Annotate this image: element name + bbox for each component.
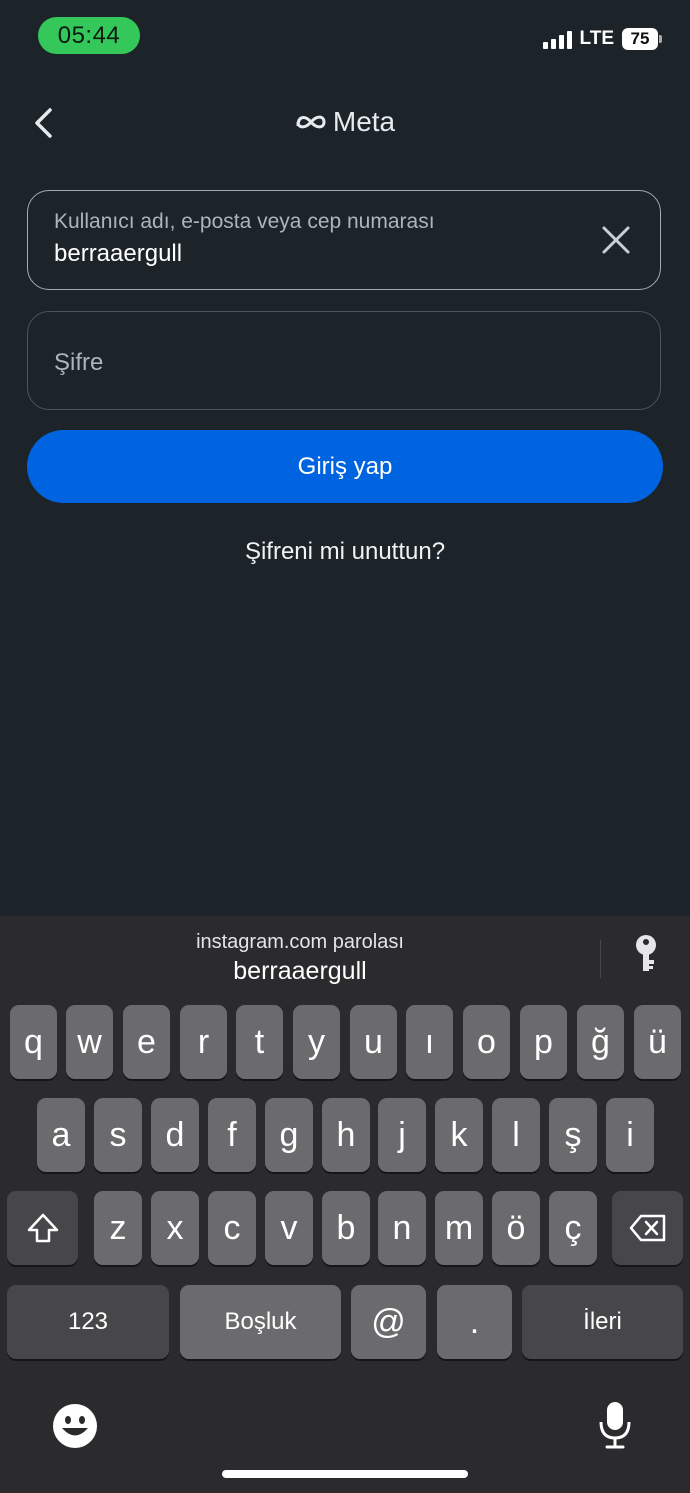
key-o[interactable]: o bbox=[463, 1005, 510, 1079]
key-r[interactable]: r bbox=[180, 1005, 227, 1079]
key-b[interactable]: b bbox=[322, 1191, 370, 1265]
key-f[interactable]: f bbox=[208, 1098, 256, 1172]
key-a[interactable]: a bbox=[37, 1098, 85, 1172]
key-k[interactable]: k bbox=[435, 1098, 483, 1172]
key-l[interactable]: l bbox=[492, 1098, 540, 1172]
key-e[interactable]: e bbox=[123, 1005, 170, 1079]
home-indicator[interactable] bbox=[222, 1470, 468, 1478]
key-u-umlaut[interactable]: ü bbox=[634, 1005, 681, 1079]
key-v[interactable]: v bbox=[265, 1191, 313, 1265]
battery-icon: 75 bbox=[622, 28, 658, 50]
key-j[interactable]: j bbox=[378, 1098, 426, 1172]
password-key-button[interactable] bbox=[632, 934, 664, 974]
key-s-cedilla[interactable]: ş bbox=[549, 1098, 597, 1172]
key-y[interactable]: y bbox=[293, 1005, 340, 1079]
shift-icon bbox=[27, 1213, 58, 1243]
username-field[interactable]: Kullanıcı adı, e-posta veya cep numarası… bbox=[27, 190, 661, 290]
key-i[interactable]: i bbox=[606, 1098, 654, 1172]
password-suggestion-bar[interactable]: instagram.com parolası berraaergull bbox=[0, 916, 690, 994]
backspace-icon bbox=[629, 1214, 665, 1242]
numbers-key[interactable]: 123 bbox=[7, 1285, 169, 1359]
suggestion-username[interactable]: berraaergull bbox=[0, 957, 600, 986]
key-z[interactable]: z bbox=[94, 1191, 142, 1265]
suggestion-divider bbox=[600, 940, 601, 978]
key-q[interactable]: q bbox=[10, 1005, 57, 1079]
key-o-umlaut[interactable]: ö bbox=[492, 1191, 540, 1265]
key-icon bbox=[636, 935, 656, 971]
meta-logo: Meta bbox=[0, 106, 690, 138]
key-d[interactable]: d bbox=[151, 1098, 199, 1172]
key-w[interactable]: w bbox=[66, 1005, 113, 1079]
key-g-breve[interactable]: ğ bbox=[577, 1005, 624, 1079]
key-g[interactable]: g bbox=[265, 1098, 313, 1172]
key-u[interactable]: u bbox=[350, 1005, 397, 1079]
network-type: LTE bbox=[579, 28, 614, 49]
key-p[interactable]: p bbox=[520, 1005, 567, 1079]
next-key[interactable]: İleri bbox=[522, 1285, 683, 1359]
emoji-button[interactable] bbox=[52, 1403, 98, 1454]
status-indicators: LTE 75 bbox=[542, 28, 662, 50]
key-m[interactable]: m bbox=[435, 1191, 483, 1265]
emoji-icon bbox=[53, 1404, 97, 1448]
dot-key[interactable]: . bbox=[437, 1285, 512, 1359]
space-key[interactable]: Boşluk bbox=[180, 1285, 341, 1359]
key-s[interactable]: s bbox=[94, 1098, 142, 1172]
backspace-key[interactable] bbox=[612, 1191, 683, 1265]
suggestion-title: instagram.com parolası bbox=[196, 931, 404, 953]
microphone-icon bbox=[599, 1402, 631, 1449]
key-c[interactable]: c bbox=[208, 1191, 256, 1265]
login-button[interactable]: Giriş yap bbox=[27, 430, 663, 503]
shift-key[interactable] bbox=[7, 1191, 78, 1265]
username-value: berraaergull bbox=[54, 240, 183, 267]
forgot-password-link[interactable]: Şifreni mi unuttun? bbox=[0, 538, 690, 566]
close-icon bbox=[602, 226, 630, 254]
battery-level: 75 bbox=[630, 29, 650, 48]
key-t[interactable]: t bbox=[236, 1005, 283, 1079]
key-h[interactable]: h bbox=[322, 1098, 370, 1172]
signal-icon bbox=[542, 29, 572, 49]
key-x[interactable]: x bbox=[151, 1191, 199, 1265]
clear-button[interactable] bbox=[600, 224, 632, 256]
password-field[interactable]: Şifre bbox=[27, 311, 661, 410]
key-n[interactable]: n bbox=[378, 1191, 426, 1265]
meta-infinity-icon bbox=[296, 115, 326, 129]
password-placeholder: Şifre bbox=[54, 349, 104, 376]
username-label: Kullanıcı adı, e-posta veya cep numarası bbox=[54, 210, 435, 233]
at-key[interactable]: @ bbox=[351, 1285, 426, 1359]
key-dotless-i[interactable]: ı bbox=[406, 1005, 453, 1079]
microphone-button[interactable] bbox=[598, 1400, 632, 1455]
status-time: 05:44 bbox=[38, 17, 140, 54]
key-c-cedilla[interactable]: ç bbox=[549, 1191, 597, 1265]
brand-name: Meta bbox=[332, 106, 396, 137]
